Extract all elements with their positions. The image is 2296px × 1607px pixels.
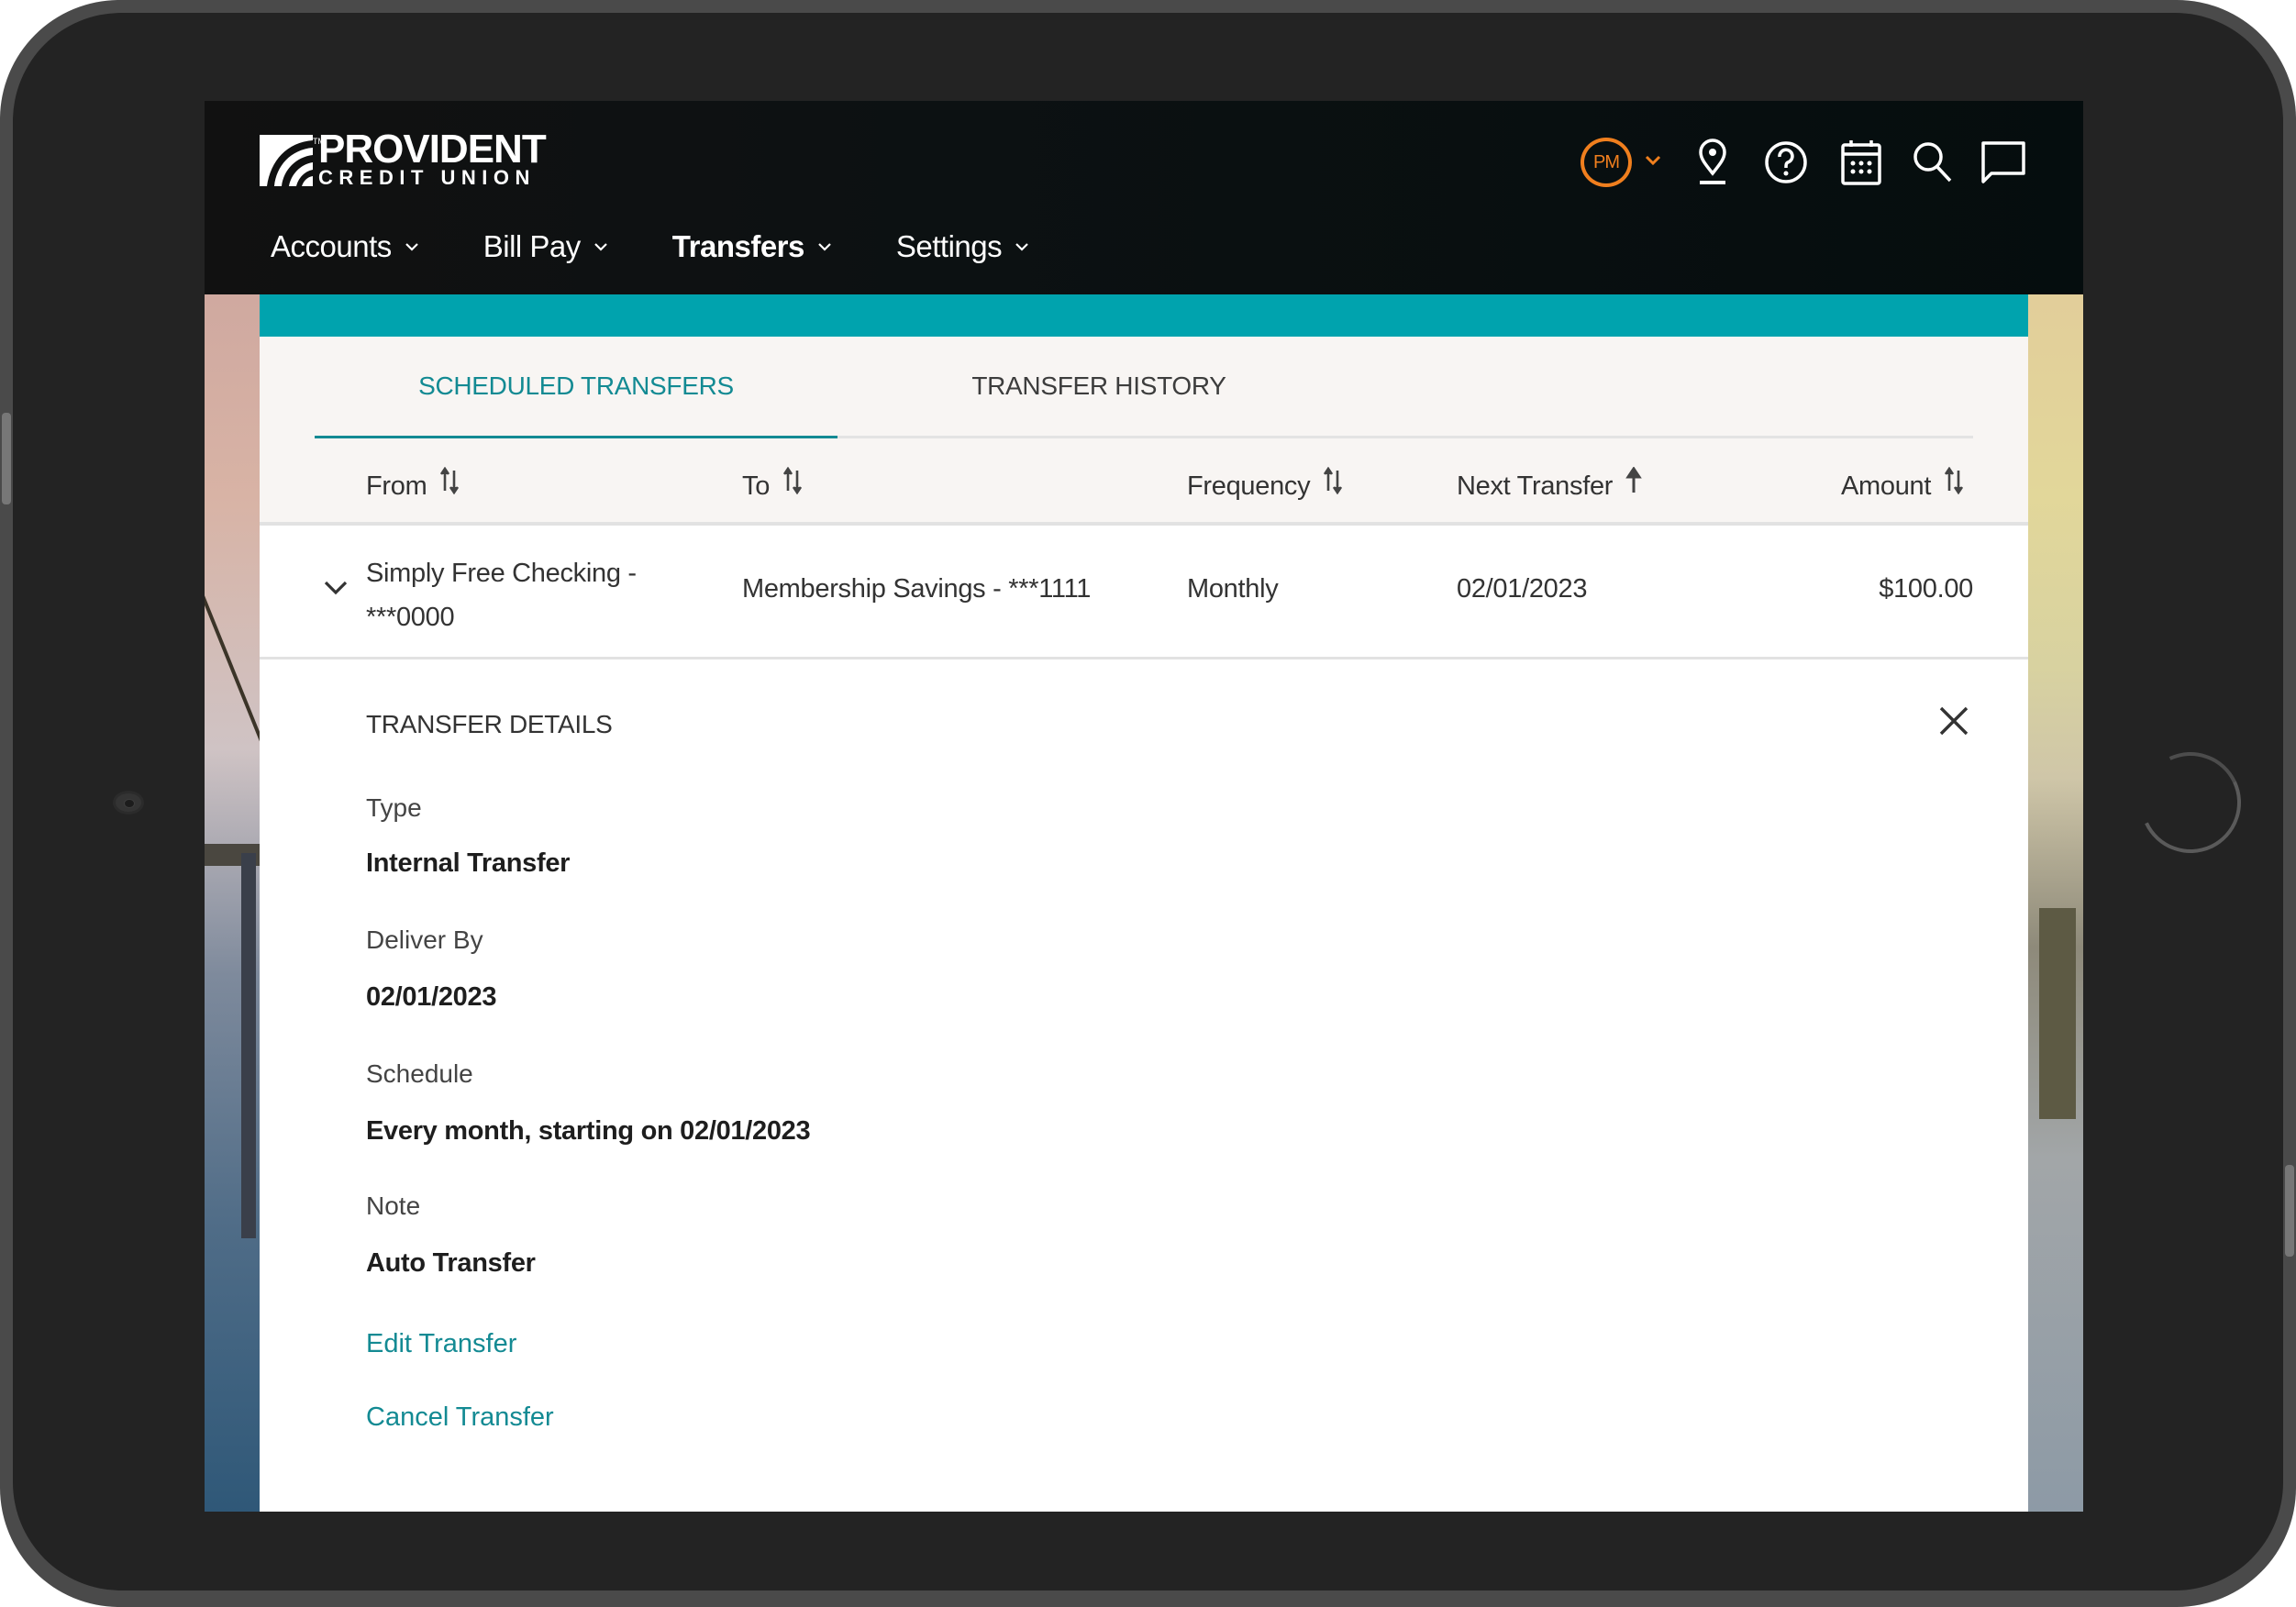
note-label: Note (366, 1191, 421, 1220)
sort-both-icon[interactable] (782, 467, 803, 494)
user-avatar[interactable]: PM (1581, 138, 1632, 187)
type-value: Internal Transfer (366, 848, 571, 878)
power-button (2285, 1165, 2294, 1257)
nav-accounts[interactable]: Accounts (271, 229, 419, 264)
column-header-from[interactable]: From (366, 467, 460, 502)
tab-scheduled-transfers[interactable]: SCHEDULED TRANSFERS (315, 337, 837, 438)
nav-transfers[interactable]: Transfers (672, 229, 832, 264)
chevron-down-icon (1015, 242, 1029, 251)
column-from-label: From (366, 471, 427, 501)
column-header-to[interactable]: To (742, 467, 803, 502)
sort-both-icon[interactable] (439, 467, 460, 494)
background-building (2039, 908, 2076, 1119)
volume-button (2, 413, 11, 504)
transfers-card: SCHEDULED TRANSFERS TRANSFER HISTORY Fro… (260, 294, 2028, 1512)
sort-both-icon[interactable] (1323, 467, 1343, 494)
sort-ascending-icon[interactable] (1625, 467, 1642, 494)
cancel-transfer-link[interactable]: Cancel Transfer (366, 1402, 554, 1433)
card-accent-band (260, 294, 2028, 337)
column-header-amount[interactable]: Amount (1841, 467, 1964, 502)
app-screen: TM PROVIDENT CREDIT UNION PM Accounts Bi… (205, 101, 2083, 1512)
edit-transfer-link[interactable]: Edit Transfer (366, 1329, 516, 1359)
close-icon[interactable] (1938, 705, 1969, 741)
chevron-down-icon[interactable] (1645, 154, 1661, 171)
logo-text: PROVIDENT CREDIT UNION (318, 127, 547, 189)
transfer-details-title: TRANSFER DETAILS (366, 710, 613, 738)
transfer-details-panel: TRANSFER DETAILS Type Internal Transfer … (260, 659, 2028, 1467)
cell-from-account: Simply Free Checking - (366, 559, 637, 588)
table-header: From To Frequency Next Transfer Amount (260, 438, 2028, 526)
logo-subname: CREDIT UNION (318, 166, 536, 189)
cell-next-transfer: 02/01/2023 (1457, 574, 1588, 604)
background-skyline (2019, 101, 2083, 1512)
collapse-row-chevron-icon[interactable] (324, 581, 348, 600)
schedule-label: Schedule (366, 1059, 473, 1088)
top-header: TM PROVIDENT CREDIT UNION PM Accounts Bi… (205, 101, 2083, 294)
deliver-by-label: Deliver By (366, 925, 483, 954)
help-icon[interactable] (1764, 140, 1808, 184)
search-icon[interactable] (1913, 141, 1953, 183)
column-header-frequency[interactable]: Frequency (1187, 467, 1343, 502)
deliver-by-value: 02/01/2023 (366, 982, 497, 1012)
column-next-transfer-label: Next Transfer (1457, 471, 1614, 501)
sort-both-icon[interactable] (1944, 467, 1964, 494)
brand-logo[interactable]: TM PROVIDENT CREDIT UNION (260, 127, 547, 193)
trademark-label: TM (313, 137, 325, 146)
note-value: Auto Transfer (366, 1248, 536, 1278)
chevron-down-icon (817, 242, 832, 251)
transfer-tabs: SCHEDULED TRANSFERS TRANSFER HISTORY (315, 337, 1973, 438)
cell-frequency: Monthly (1187, 574, 1279, 604)
background-bridge-tower (241, 853, 256, 1238)
nav-accounts-label: Accounts (271, 229, 392, 263)
main-nav: Accounts Bill Pay Transfers Settings (271, 229, 1093, 264)
front-camera-icon (113, 791, 144, 815)
cell-from: Simply Free Checking - ***0000 (366, 551, 637, 639)
chevron-down-icon (405, 242, 419, 251)
user-menu[interactable]: PM (1581, 138, 1661, 187)
cell-amount: $100.00 (1879, 574, 1973, 604)
column-amount-label: Amount (1841, 471, 1932, 501)
column-frequency-label: Frequency (1187, 471, 1311, 501)
cell-to: Membership Savings - ***1111 (742, 574, 1092, 604)
nav-settings-label: Settings (895, 229, 1003, 263)
type-label: Type (366, 793, 422, 822)
calendar-icon[interactable] (1841, 139, 1881, 185)
nav-settings[interactable]: Settings (896, 229, 1029, 264)
table-row[interactable]: Simply Free Checking - ***0000 Membershi… (260, 526, 2028, 659)
tablet-frame: TM PROVIDENT CREDIT UNION PM Accounts Bi… (0, 0, 2296, 1607)
location-pin-icon[interactable] (1696, 139, 1729, 186)
header-icon-bar: PM (1581, 132, 2026, 193)
tab-transfer-history[interactable]: TRANSFER HISTORY (837, 337, 1360, 436)
column-to-label: To (742, 471, 771, 501)
nav-bill-pay[interactable]: Bill Pay (483, 229, 608, 264)
column-header-next-transfer[interactable]: Next Transfer (1457, 467, 1642, 502)
chat-icon[interactable] (1980, 140, 2026, 184)
nav-transfers-label: Transfers (671, 229, 805, 263)
cell-from-account-number: ***0000 (366, 603, 455, 632)
logo-mark-icon: TM (260, 135, 325, 186)
tabs-and-header-panel: SCHEDULED TRANSFERS TRANSFER HISTORY Fro… (260, 337, 2028, 526)
logo-name: PROVIDENT (318, 127, 547, 172)
nav-bill-pay-label: Bill Pay (482, 229, 582, 263)
schedule-value: Every month, starting on 02/01/2023 (366, 1116, 811, 1146)
chevron-down-icon (593, 242, 608, 251)
